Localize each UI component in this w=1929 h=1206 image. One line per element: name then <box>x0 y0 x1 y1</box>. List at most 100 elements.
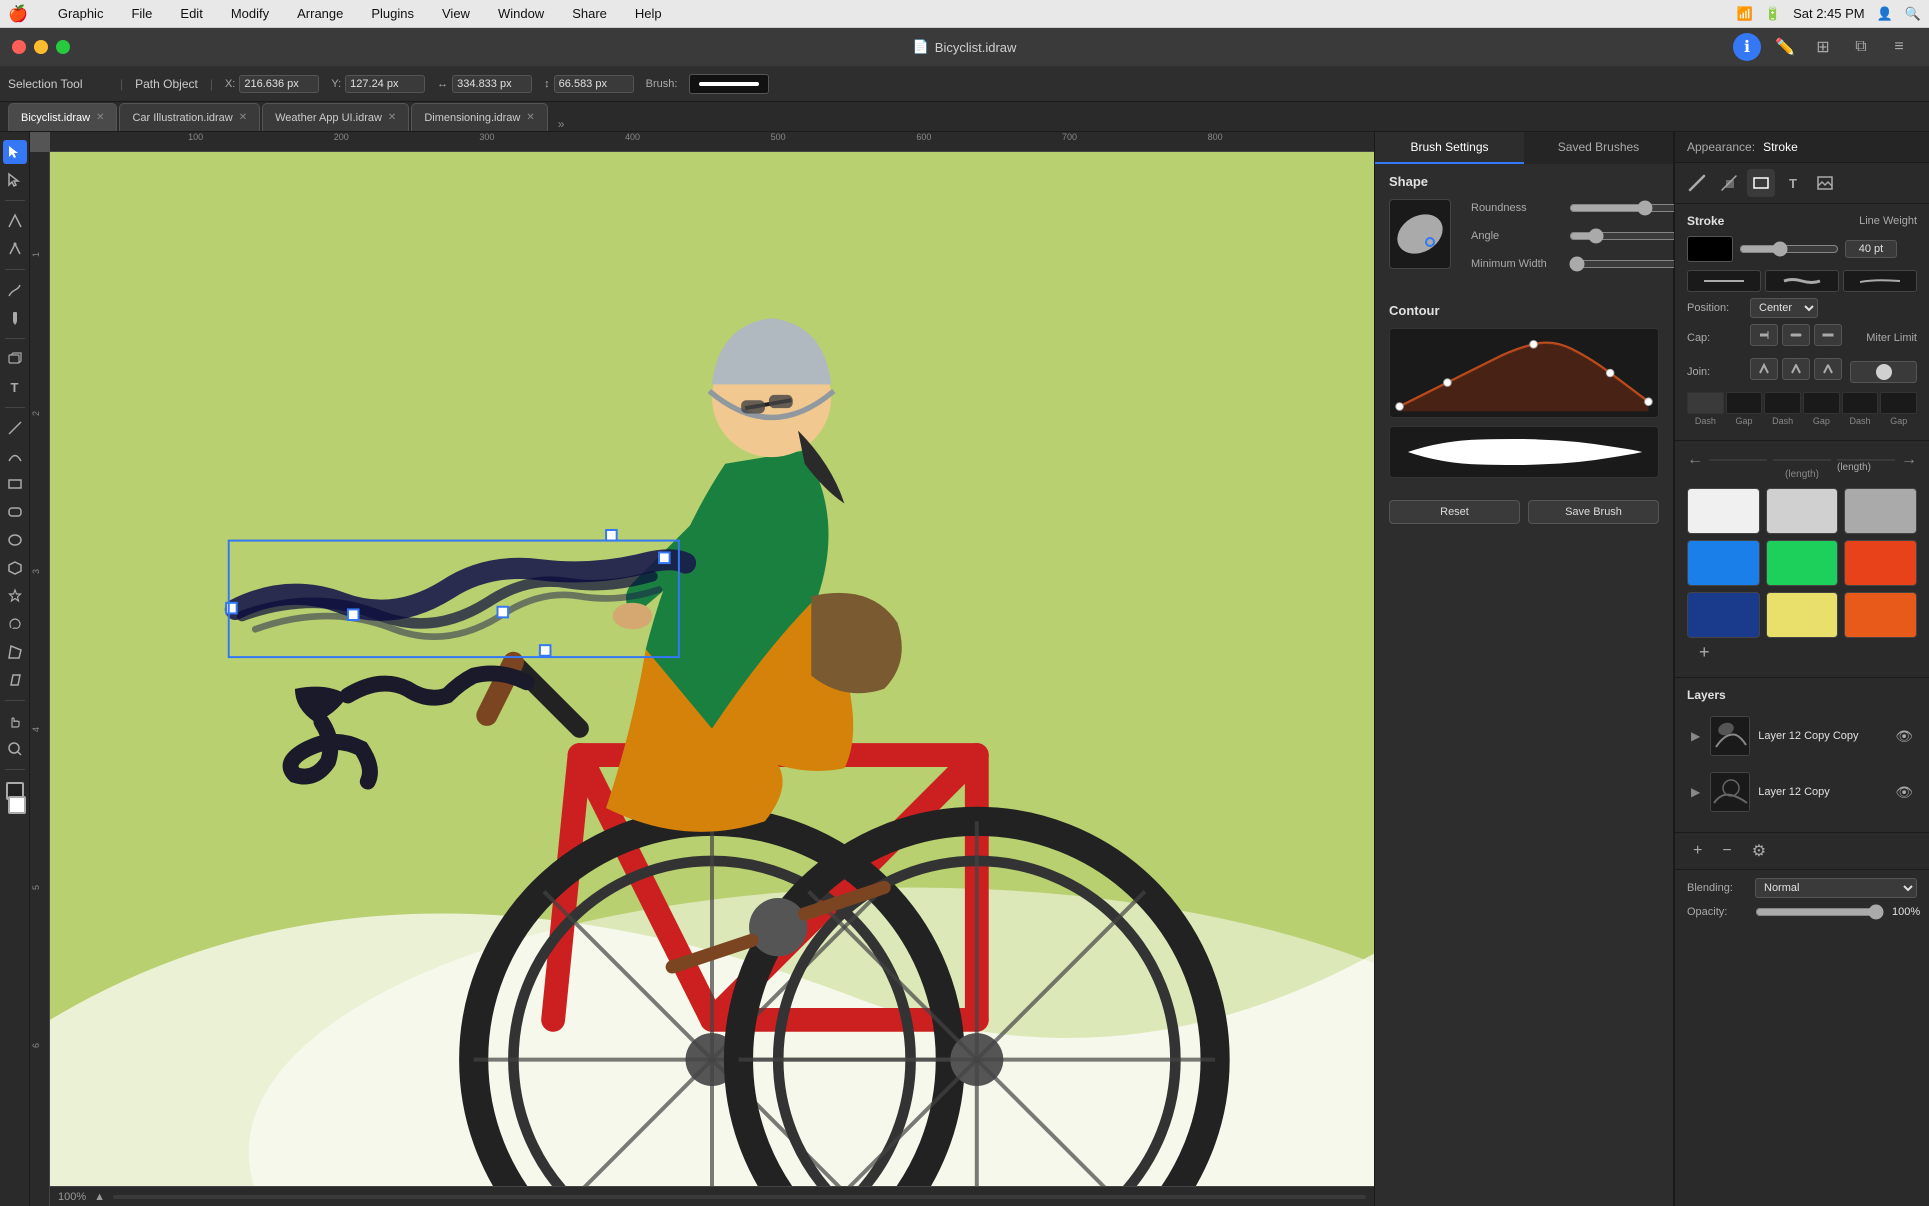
tab-bicyclist[interactable]: Bicyclist.idraw ✕ <box>8 103 117 131</box>
apple-menu[interactable]: 🍎 <box>8 4 28 24</box>
layer-row-2[interactable]: ▶ Layer 12 Copy 👁 <box>1687 766 1917 818</box>
polygon-tool[interactable] <box>3 640 27 664</box>
add-style-button[interactable]: + <box>1687 638 1917 667</box>
rect-tool[interactable] <box>3 472 27 496</box>
pen-tool[interactable] <box>3 237 27 261</box>
text-tool[interactable]: T <box>3 375 27 399</box>
styles-contract-icon[interactable]: → <box>1901 451 1917 469</box>
menu-plugins[interactable]: Plugins <box>365 4 420 23</box>
style-orange[interactable] <box>1844 540 1917 586</box>
style-darkblue[interactable] <box>1687 592 1760 638</box>
star-tool[interactable] <box>3 584 27 608</box>
fill-color-swatch[interactable] <box>8 796 26 814</box>
style-yellow[interactable] <box>1766 592 1839 638</box>
tab-dimensioning[interactable]: Dimensioning.idraw ✕ <box>411 103 547 131</box>
brush-tool[interactable] <box>3 278 27 302</box>
tab-car[interactable]: Car Illustration.idraw ✕ <box>119 103 260 131</box>
brush-preview[interactable] <box>689 74 769 94</box>
tab-close-dimensioning[interactable]: ✕ <box>526 112 534 123</box>
tab-close-weather[interactable]: ✕ <box>388 112 396 123</box>
style-gray2[interactable] <box>1844 488 1917 534</box>
ellipse-tool[interactable] <box>3 528 27 552</box>
style-blue[interactable] <box>1687 540 1760 586</box>
zoom-tool[interactable] <box>3 737 27 761</box>
hand-tool[interactable] <box>3 709 27 733</box>
hexagon-tool[interactable] <box>3 556 27 580</box>
miter-limit-slider[interactable] <box>1850 361 1917 383</box>
layer-expand-icon-2[interactable]: ▶ <box>1691 785 1700 799</box>
tab-close-car[interactable]: ✕ <box>239 112 247 123</box>
layer-visibility-1[interactable]: 👁 <box>1895 728 1913 745</box>
layer-expand-icon-1[interactable]: ▶ <box>1691 729 1700 743</box>
text-style-btn[interactable]: T <box>1779 169 1807 197</box>
canvas-area[interactable]: 100 200 300 400 500 600 700 800 1 2 3 4 … <box>30 132 1374 1206</box>
w-input[interactable] <box>452 75 532 93</box>
stroke-color-box[interactable] <box>1687 236 1733 262</box>
grid-icon-btn[interactable]: ⊞ <box>1809 33 1837 61</box>
menu-help[interactable]: Help <box>629 4 668 23</box>
cap-round-btn[interactable] <box>1782 324 1810 346</box>
scroll-bar-h[interactable] <box>113 1195 1366 1199</box>
3d-tool[interactable] <box>3 347 27 371</box>
menu-modify[interactable]: Modify <box>225 4 275 23</box>
pencil-tool[interactable] <box>3 306 27 330</box>
delete-layer-btn[interactable]: − <box>1716 840 1737 862</box>
line-tool[interactable] <box>3 416 27 440</box>
menu-edit[interactable]: Edit <box>174 4 208 23</box>
save-brush-button[interactable]: Save Brush <box>1528 500 1659 524</box>
h-input[interactable] <box>554 75 634 93</box>
menu-graphic[interactable]: Graphic <box>52 4 110 23</box>
style-gray1[interactable] <box>1766 488 1839 534</box>
dash-cell-1[interactable] <box>1687 392 1724 414</box>
canvas-content[interactable] <box>50 152 1374 1186</box>
menu-window[interactable]: Window <box>492 4 550 23</box>
arrange-icon-btn[interactable]: ⧉ <box>1847 33 1875 61</box>
tab-close-bicyclist[interactable]: ✕ <box>96 112 104 123</box>
contour-graph[interactable] <box>1389 328 1659 418</box>
direct-selection-tool[interactable] <box>3 168 27 192</box>
layer-settings-btn[interactable]: ⚙ <box>1746 839 1772 863</box>
cap-flat-btn[interactable] <box>1750 324 1778 346</box>
maximize-button[interactable] <box>56 40 70 54</box>
layer-visibility-2[interactable]: 👁 <box>1895 784 1913 801</box>
close-button[interactable] <box>12 40 26 54</box>
line-tapered-swatch[interactable] <box>1843 270 1917 292</box>
more-tabs-btn[interactable]: » <box>558 117 565 131</box>
gap-cell-1[interactable] <box>1726 392 1763 414</box>
style-green[interactable] <box>1766 540 1839 586</box>
opacity-slider[interactable] <box>1755 904 1884 920</box>
shear-tool[interactable] <box>3 668 27 692</box>
pen-icon-btn[interactable]: ✏️ <box>1771 33 1799 61</box>
selection-tool[interactable] <box>3 140 27 164</box>
line-weight-slider[interactable] <box>1739 241 1839 257</box>
image-style-btn[interactable] <box>1811 169 1839 197</box>
dash-cell-3[interactable] <box>1842 392 1879 414</box>
x-input[interactable] <box>239 75 319 93</box>
saved-brushes-tab[interactable]: Saved Brushes <box>1524 132 1673 164</box>
lasso-tool[interactable] <box>3 612 27 636</box>
menu-share[interactable]: Share <box>566 4 613 23</box>
brush-settings-tab[interactable]: Brush Settings <box>1375 132 1524 164</box>
info-icon-btn[interactable]: ℹ <box>1733 33 1761 61</box>
join-bevel-btn[interactable] <box>1814 358 1842 380</box>
curve-tool[interactable] <box>3 444 27 468</box>
layers-icon-btn[interactable]: ≡ <box>1885 33 1913 61</box>
blending-select[interactable]: Normal Multiply Screen Overlay <box>1755 878 1917 898</box>
layer-row-1[interactable]: ▶ Layer 12 Copy Copy 👁 <box>1687 710 1917 762</box>
rectangle-tool-btn[interactable] <box>1747 169 1775 197</box>
tab-weather[interactable]: Weather App UI.idraw ✕ <box>262 103 409 131</box>
add-layer-btn[interactable]: + <box>1687 840 1708 862</box>
menu-view[interactable]: View <box>436 4 476 23</box>
rounded-rect-tool[interactable] <box>3 500 27 524</box>
menu-file[interactable]: File <box>125 4 158 23</box>
style-white[interactable] <box>1687 488 1760 534</box>
menu-arrange[interactable]: Arrange <box>291 4 349 23</box>
join-round-btn[interactable] <box>1782 358 1810 380</box>
styles-expand-icon[interactable]: ← <box>1687 451 1703 469</box>
style-redorange[interactable] <box>1844 592 1917 638</box>
node-tool[interactable] <box>3 209 27 233</box>
search-icon[interactable]: 🔍 <box>1905 6 1921 22</box>
gap-cell-3[interactable] <box>1880 392 1917 414</box>
line-thick-swatch[interactable] <box>1765 270 1839 292</box>
position-select[interactable]: Center Inside Outside <box>1750 298 1818 318</box>
